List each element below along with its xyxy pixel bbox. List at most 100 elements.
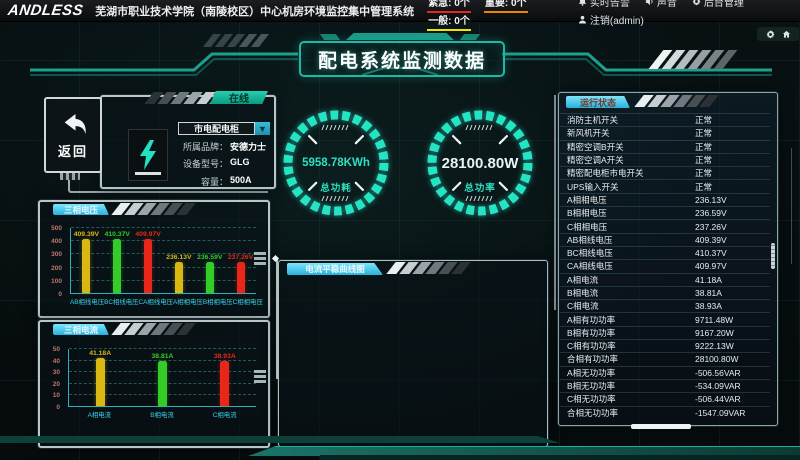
status-table-row: A相有功功率9711.48W (560, 312, 770, 325)
x-axis-label: B相相电压 (203, 297, 233, 306)
status-table-row: C相相电压237.26V (560, 219, 770, 232)
corner-gear-icon[interactable] (766, 30, 775, 39)
x-axis-label: A相电流 (68, 410, 131, 419)
bar (144, 239, 152, 293)
right-edge-line (791, 148, 792, 264)
device-field: 容量：500A (178, 175, 270, 188)
status-table-row: AB相线电压409.39V (560, 233, 770, 246)
online-status-badge: 在线 (210, 91, 268, 104)
gauge-value: 5958.78KWh (302, 157, 370, 169)
vertical-scrollbar[interactable] (771, 243, 775, 269)
x-axis-label: AB相线电压 (70, 297, 104, 306)
status-table-row: BC相线电压410.37V (560, 246, 770, 259)
menu-speaker[interactable]: 声音 (645, 0, 677, 9)
status-table-row: 新风机开关正常 (560, 126, 770, 139)
menu-gear[interactable]: 后台管理 (692, 0, 744, 9)
status-table-row: 消防主机开关正常 (560, 113, 770, 126)
page-title-banner: 配电系统监测数据 (299, 41, 505, 77)
bottom-stripe-shadow (320, 455, 800, 460)
back-button[interactable]: 返回 (44, 97, 102, 173)
status-table-row: B相相电压236.59V (560, 206, 770, 219)
bar (82, 239, 90, 293)
speaker-icon (645, 0, 654, 6)
panel-tab-current: 三相电流 (53, 324, 109, 335)
status-table-row: C相电流38.93A (560, 299, 770, 312)
status-table-row: UPS输入开关正常 (560, 179, 770, 192)
back-button-label: 返回 (58, 141, 88, 160)
horizontal-scrollbar[interactable] (631, 424, 691, 429)
status-panel: 运行状态 消防主机开关正常新风机开关正常精密空调B开关正常精密空调A开关正常精密… (558, 92, 778, 426)
bar (96, 358, 105, 406)
gear-icon (692, 0, 701, 6)
bar-value-label: 410.37V (105, 231, 130, 238)
bar (206, 262, 214, 293)
top-bar: ANDLESS 芜湖市职业技术学院（南陵校区）中心机房环境监控集中管理系统 紧急… (0, 0, 800, 22)
system-title: 芜湖市职业技术学院（南陵校区）中心机房环境监控集中管理系统 (95, 3, 414, 19)
x-axis-label: BC相线电压 (104, 297, 138, 306)
alert-counter-3[interactable]: 一般: 0个 (427, 15, 471, 31)
status-table-row: B相无功功率-534.09VAR (560, 379, 770, 392)
menu-bell[interactable]: 实时告警 (578, 0, 630, 9)
hazard-stripes-right (656, 50, 734, 69)
x-axis-label: A相相电压 (173, 297, 203, 306)
panel-connector (254, 370, 266, 383)
y-axis-tick: 40 (53, 358, 60, 365)
bar-column: 41.18A (69, 349, 131, 406)
x-axis-label: CA相线电压 (139, 297, 173, 306)
y-axis-tick: 200 (51, 265, 62, 272)
y-axis-tick: 0 (56, 404, 60, 411)
bar-column: 409.39V (71, 228, 102, 293)
bar-value-label: 237.26V (228, 254, 253, 261)
bar-column: 410.37V (102, 228, 133, 293)
hazard-stripes-left (208, 34, 268, 47)
status-table-row: 精密空调A开关正常 (560, 153, 770, 166)
page-title: 配电系统监测数据 (318, 46, 486, 73)
lightning-icon (138, 139, 158, 171)
bar-value-label: 38.81A (152, 353, 174, 360)
device-field: 所属品牌：安德力士 (178, 140, 270, 153)
alert-counter-2[interactable]: 重要: 0个 (484, 0, 528, 13)
status-table-row: B相有功功率9167.20W (560, 326, 770, 339)
status-table-row: 合相无功功率-1547.09VAR (560, 406, 770, 419)
y-axis-tick: 100 (51, 278, 62, 285)
y-axis-tick: 300 (51, 251, 62, 258)
gauge-label: 总功耗 (320, 182, 352, 194)
gauge-label: 总功率 (464, 182, 496, 194)
user-icon (578, 15, 587, 24)
bar (113, 239, 121, 293)
current-chart-panel: 三相电流 01020304050 41.18A38.81A38.93A A相电流… (38, 320, 270, 448)
panel-tab-curve: 电流平稳曲线图 (287, 263, 383, 275)
bar (175, 262, 183, 293)
panel-deco-slashes (116, 323, 194, 335)
y-axis-tick: 20 (53, 381, 60, 388)
cabinet-selector[interactable]: 市电配电柜 ▼ (178, 122, 270, 135)
status-table-row: 精密空调B开关正常 (560, 140, 770, 153)
y-axis-tick: 400 (51, 238, 62, 245)
bar-column: 236.13V (163, 228, 194, 293)
cabinet-selector-value[interactable]: 市电配电柜 (178, 122, 255, 135)
status-table-row: A相电流41.18A (560, 273, 770, 286)
bell-icon (578, 0, 587, 6)
chevron-down-icon[interactable]: ▼ (255, 122, 270, 135)
panel-deco-slashes (639, 95, 717, 107)
alert-counter-1[interactable]: 紧急: 0个 (427, 0, 471, 13)
total-consumption-gauge: 5958.78KWh 总功耗 (277, 104, 395, 222)
corner-home-icon[interactable] (782, 30, 791, 39)
y-axis-tick: 0 (58, 291, 62, 298)
y-axis-tick: 30 (53, 369, 60, 376)
panel-deco-slashes (391, 262, 469, 274)
bar-value-label: 236.13V (166, 254, 191, 261)
status-table-row: A相无功功率-506.56VAR (560, 366, 770, 379)
bar-column: 38.93A (194, 349, 256, 406)
menu-user[interactable]: 注销(admin) (578, 12, 644, 27)
dashboard-screen: ANDLESS 芜湖市职业技术学院（南陵校区）中心机房环境监控集中管理系统 紧急… (0, 0, 800, 460)
panel-connector (254, 252, 266, 265)
device-fields: 所属品牌：安德力士设备型号：GLG容量：500A (178, 140, 270, 188)
panel-deco-slashes (116, 203, 194, 215)
x-axis-label: C相电流 (193, 410, 256, 419)
panel-tab-status: 运行状态 (566, 96, 630, 108)
bar (220, 361, 229, 406)
status-table-row: A相相电压236.13V (560, 193, 770, 206)
y-axis-tick: 10 (53, 392, 60, 399)
gauge-value: 28100.80W (442, 155, 520, 172)
